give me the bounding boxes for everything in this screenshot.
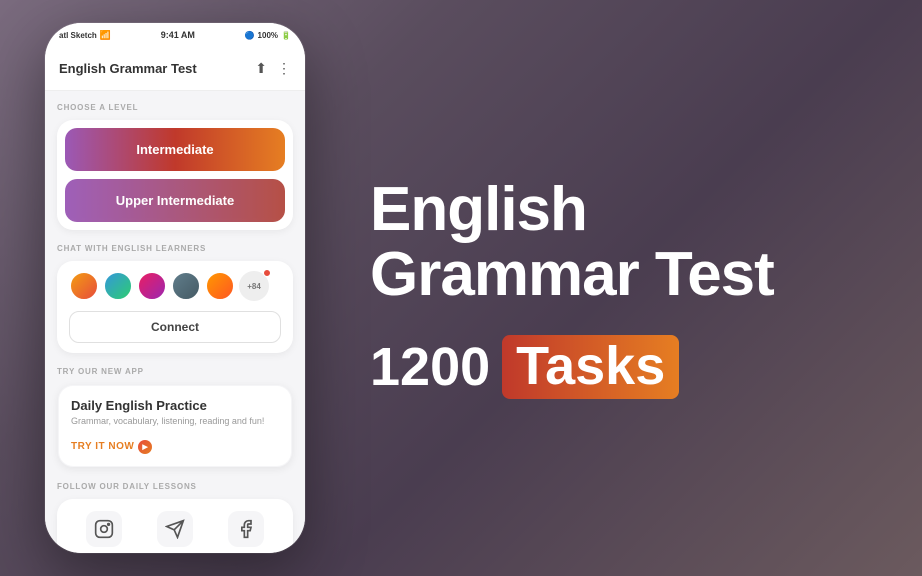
intermediate-button[interactable]: Intermediate (65, 128, 285, 171)
status-time: 9:41 AM (161, 30, 195, 40)
new-app-desc: Grammar, vocabulary, listening, reading … (71, 416, 279, 426)
try-now-label: TRY IT NOW (71, 441, 134, 452)
upper-intermediate-button[interactable]: Upper Intermediate (65, 179, 285, 222)
play-icon: ▶ (138, 440, 152, 454)
battery-text: 100% (258, 31, 278, 40)
tasks-row: 1200 Tasks (370, 335, 872, 398)
avatar-count: +84 (239, 271, 269, 301)
try-now-button[interactable]: TRY IT NOW ▶ (71, 440, 152, 454)
new-app-card: Daily English Practice Grammar, vocabula… (57, 384, 293, 468)
choose-level-label: CHOOSE A LEVEL (57, 103, 293, 112)
signal-text: atl Sketch (59, 31, 97, 40)
avatar-2 (103, 271, 133, 301)
app-bar-title: English Grammar Test (59, 61, 197, 76)
chat-card: +84 Connect (57, 261, 293, 353)
avatars-row: +84 (69, 271, 281, 301)
bluetooth-icon: 🔵 (245, 31, 255, 40)
telegram-icon[interactable] (157, 511, 193, 547)
facebook-icon[interactable] (228, 511, 264, 547)
app-bar: English Grammar Test ⬆ ⋮ (45, 47, 305, 91)
avatar-5 (205, 271, 235, 301)
title-line2: Grammar Test (370, 242, 872, 307)
avatar-1 (69, 271, 99, 301)
wifi-icon: 📶 (100, 30, 111, 41)
chat-section-label: CHAT WITH ENGLISH LEARNERS (57, 244, 293, 253)
share-icon[interactable]: ⬆ (255, 60, 267, 77)
avatar-3 (137, 271, 167, 301)
phone-wrapper: atl Sketch 📶 9:41 AM 🔵 100% 🔋 English Gr… (30, 20, 320, 556)
new-app-label: TRY OUR NEW APP (57, 367, 293, 376)
app-bar-icons: ⬆ ⋮ (255, 60, 291, 77)
avatar-count-text: +84 (247, 282, 261, 291)
level-card: Intermediate Upper Intermediate (57, 120, 293, 230)
instagram-icon[interactable] (86, 511, 122, 547)
status-bar: atl Sketch 📶 9:41 AM 🔵 100% 🔋 (45, 23, 305, 47)
social-card (57, 499, 293, 553)
status-right: 🔵 100% 🔋 (245, 31, 291, 40)
avatar-4 (171, 271, 201, 301)
right-content: English Grammar Test 1200 Tasks (320, 0, 922, 576)
social-label: FOLLOW OUR DAILY LESSONS (57, 482, 293, 491)
notification-dot (263, 269, 271, 277)
tasks-label: Tasks (502, 335, 679, 398)
status-left: atl Sketch 📶 (59, 30, 111, 41)
battery-icon: 🔋 (281, 31, 291, 40)
more-icon[interactable]: ⋮ (277, 60, 291, 77)
title-line1: English (370, 177, 872, 242)
new-app-title: Daily English Practice (71, 398, 279, 413)
phone: atl Sketch 📶 9:41 AM 🔵 100% 🔋 English Gr… (45, 23, 305, 553)
tasks-number: 1200 (370, 340, 490, 394)
connect-button[interactable]: Connect (69, 311, 281, 343)
main-title: English Grammar Test (370, 177, 872, 307)
phone-content: CHOOSE A LEVEL Intermediate Upper Interm… (45, 91, 305, 553)
